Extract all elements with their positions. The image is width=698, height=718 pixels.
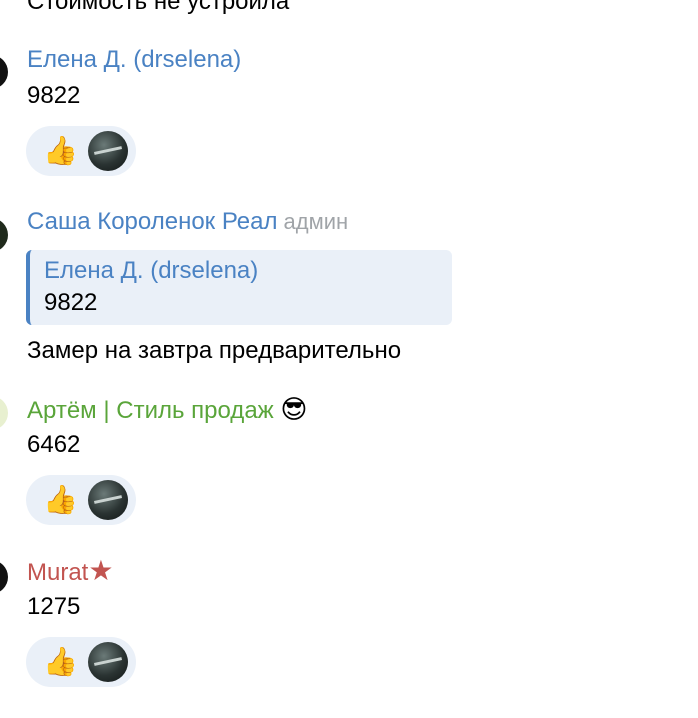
reaction-bar[interactable]: 👍 xyxy=(26,475,136,525)
avatar[interactable] xyxy=(0,218,8,252)
thumbs-up-icon: 👍 xyxy=(43,484,78,515)
message-text: Замер на завтра предварительно xyxy=(27,337,402,364)
thumbs-up-icon: 👍 xyxy=(43,646,78,677)
role-badge: админ xyxy=(283,209,349,234)
reactor-avatar xyxy=(88,131,128,171)
message-text: 9822 xyxy=(27,82,81,109)
message-text: 6462 xyxy=(27,431,81,458)
avatar[interactable] xyxy=(0,560,8,594)
avatar[interactable] xyxy=(0,396,8,430)
star-icon: ★ xyxy=(88,555,114,586)
sunglasses-emoji-icon: 😎 xyxy=(280,394,308,424)
sender-name[interactable]: Murat xyxy=(27,559,88,586)
reactor-avatar xyxy=(88,480,128,520)
sender-header: Саша Короленок Реал админ xyxy=(27,208,348,236)
avatar[interactable] xyxy=(0,55,8,89)
thumbs-up-icon: 👍 xyxy=(43,135,78,166)
reaction-bar[interactable]: 👍 xyxy=(26,126,136,176)
sender-header: Murat★ xyxy=(27,557,113,587)
quoted-text: 9822 xyxy=(44,289,98,316)
sender-header: Артём | Стиль продаж 😎 xyxy=(27,395,308,425)
sender-name[interactable]: Саша Короленок Реал xyxy=(27,208,278,235)
quoted-sender: Елена Д. (drselena) xyxy=(44,257,259,284)
chat-view: Стоимость не устроила Елена Д. (drselena… xyxy=(0,0,698,718)
reply-quote[interactable]: Елена Д. (drselena) 9822 xyxy=(26,250,452,325)
reactor-avatar xyxy=(88,642,128,682)
sender-name[interactable]: Елена Д. (drselena) xyxy=(27,46,241,74)
message-text: Стоимость не устроила xyxy=(27,0,290,15)
sender-name[interactable]: Артём | Стиль продаж xyxy=(27,397,274,424)
reaction-bar[interactable]: 👍 xyxy=(26,637,136,687)
message-text: 1275 xyxy=(27,593,81,620)
